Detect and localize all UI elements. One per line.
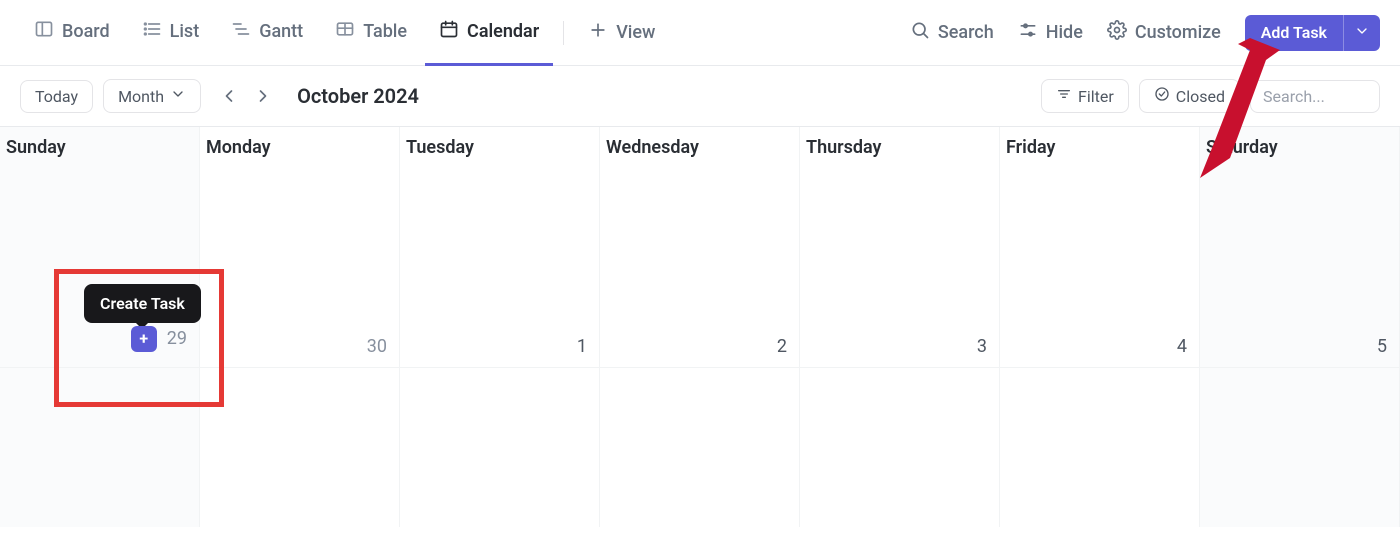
- calendar-row-0: Create Task + 29 30 1 2 3 4 5: [0, 167, 1400, 367]
- add-view-label: View: [616, 22, 655, 43]
- cal-cell[interactable]: [800, 367, 1000, 527]
- chevron-down-icon: [170, 86, 186, 106]
- check-circle-icon: [1154, 86, 1170, 106]
- hide-label: Hide: [1046, 22, 1083, 43]
- add-task-dropdown[interactable]: [1343, 15, 1380, 51]
- tab-table-label: Table: [363, 21, 407, 42]
- today-button[interactable]: Today: [20, 80, 93, 113]
- add-task-button: Add Task: [1245, 15, 1380, 51]
- tab-list-label: List: [170, 21, 200, 42]
- customize-button[interactable]: Customize: [1097, 14, 1231, 51]
- prev-month-button[interactable]: [215, 82, 243, 110]
- filter-icon: [1056, 86, 1072, 106]
- cal-cell[interactable]: [400, 367, 600, 527]
- calendar-grid: Sunday Monday Tuesday Wednesday Thursday…: [0, 126, 1400, 527]
- date-5: 5: [1375, 332, 1389, 361]
- search-icon: [910, 20, 930, 45]
- cal-cell-sat-5[interactable]: 5: [1200, 167, 1400, 367]
- weekday-sun: Sunday: [0, 127, 200, 167]
- create-task-tooltip: Create Task: [84, 284, 201, 323]
- tab-gantt-label: Gantt: [259, 21, 303, 42]
- weekday-thu: Thursday: [800, 127, 1000, 167]
- date-4: 4: [1175, 332, 1189, 361]
- create-task-on-date-button[interactable]: +: [131, 326, 157, 352]
- list-icon: [142, 19, 162, 44]
- filter-button[interactable]: Filter: [1041, 79, 1129, 113]
- hide-button[interactable]: Hide: [1008, 14, 1093, 51]
- table-icon: [335, 19, 355, 44]
- divider: [563, 21, 564, 45]
- cal-cell-fri-4[interactable]: 4: [1000, 167, 1200, 367]
- tab-gantt[interactable]: Gantt: [217, 0, 317, 66]
- weekday-header: Sunday Monday Tuesday Wednesday Thursday…: [0, 127, 1400, 167]
- date-1: 1: [575, 332, 589, 361]
- cal-cell-thu-3[interactable]: 3: [800, 167, 1000, 367]
- date-29: 29: [165, 324, 189, 353]
- add-task-label: Add Task: [1261, 23, 1327, 42]
- add-task-main[interactable]: Add Task: [1245, 15, 1343, 51]
- tab-table[interactable]: Table: [321, 0, 421, 66]
- search-label: Search: [938, 22, 994, 43]
- calendar-icon: [439, 19, 459, 44]
- gantt-icon: [231, 19, 251, 44]
- plus-icon: +: [139, 329, 148, 348]
- chevron-down-icon: [1354, 23, 1370, 43]
- tab-board-label: Board: [62, 21, 110, 42]
- cal-cell[interactable]: [1200, 367, 1400, 527]
- cal-cell[interactable]: [0, 367, 200, 527]
- plus-icon: [588, 20, 608, 45]
- cal-cell-tue-1[interactable]: 1: [400, 167, 600, 367]
- calendar-row-1: [0, 367, 1400, 527]
- today-label: Today: [35, 87, 78, 106]
- date-3: 3: [975, 332, 989, 361]
- weekday-mon: Monday: [200, 127, 400, 167]
- period-select[interactable]: Month: [103, 79, 201, 113]
- period-label: Month: [118, 87, 164, 106]
- next-month-button[interactable]: [249, 82, 277, 110]
- cal-cell-mon-30[interactable]: 30: [200, 167, 400, 367]
- closed-button[interactable]: Closed: [1139, 79, 1240, 113]
- view-tabs: Board List Gantt Table Calendar View: [0, 0, 1400, 66]
- gear-icon: [1107, 20, 1127, 45]
- date-30: 30: [365, 332, 389, 361]
- weekday-tue: Tuesday: [400, 127, 600, 167]
- cal-cell[interactable]: [200, 367, 400, 527]
- search-placeholder: Search...: [1263, 87, 1325, 106]
- tab-list[interactable]: List: [128, 0, 214, 66]
- date-2: 2: [775, 332, 789, 361]
- closed-label: Closed: [1176, 87, 1225, 106]
- cal-cell-sun-29[interactable]: Create Task + 29: [0, 167, 200, 367]
- tab-calendar[interactable]: Calendar: [425, 0, 553, 66]
- cal-cell[interactable]: [1000, 367, 1200, 527]
- month-nav: [215, 82, 277, 110]
- board-icon: [34, 19, 54, 44]
- add-view-button[interactable]: View: [574, 14, 669, 51]
- cal-cell[interactable]: [600, 367, 800, 527]
- sliders-icon: [1018, 20, 1038, 45]
- tab-calendar-label: Calendar: [467, 21, 539, 42]
- tab-board[interactable]: Board: [20, 0, 124, 66]
- month-title: October 2024: [297, 84, 419, 108]
- weekday-fri: Friday: [1000, 127, 1200, 167]
- search-button[interactable]: Search: [900, 14, 1004, 51]
- filter-label: Filter: [1078, 87, 1114, 106]
- calendar-search-input[interactable]: Search...: [1250, 80, 1380, 113]
- cal-cell-wed-2[interactable]: 2: [600, 167, 800, 367]
- calendar-toolbar: Today Month October 2024 Filter Closed S…: [0, 66, 1400, 126]
- customize-label: Customize: [1135, 22, 1221, 43]
- weekday-sat: Saturday: [1200, 127, 1400, 167]
- weekday-wed: Wednesday: [600, 127, 800, 167]
